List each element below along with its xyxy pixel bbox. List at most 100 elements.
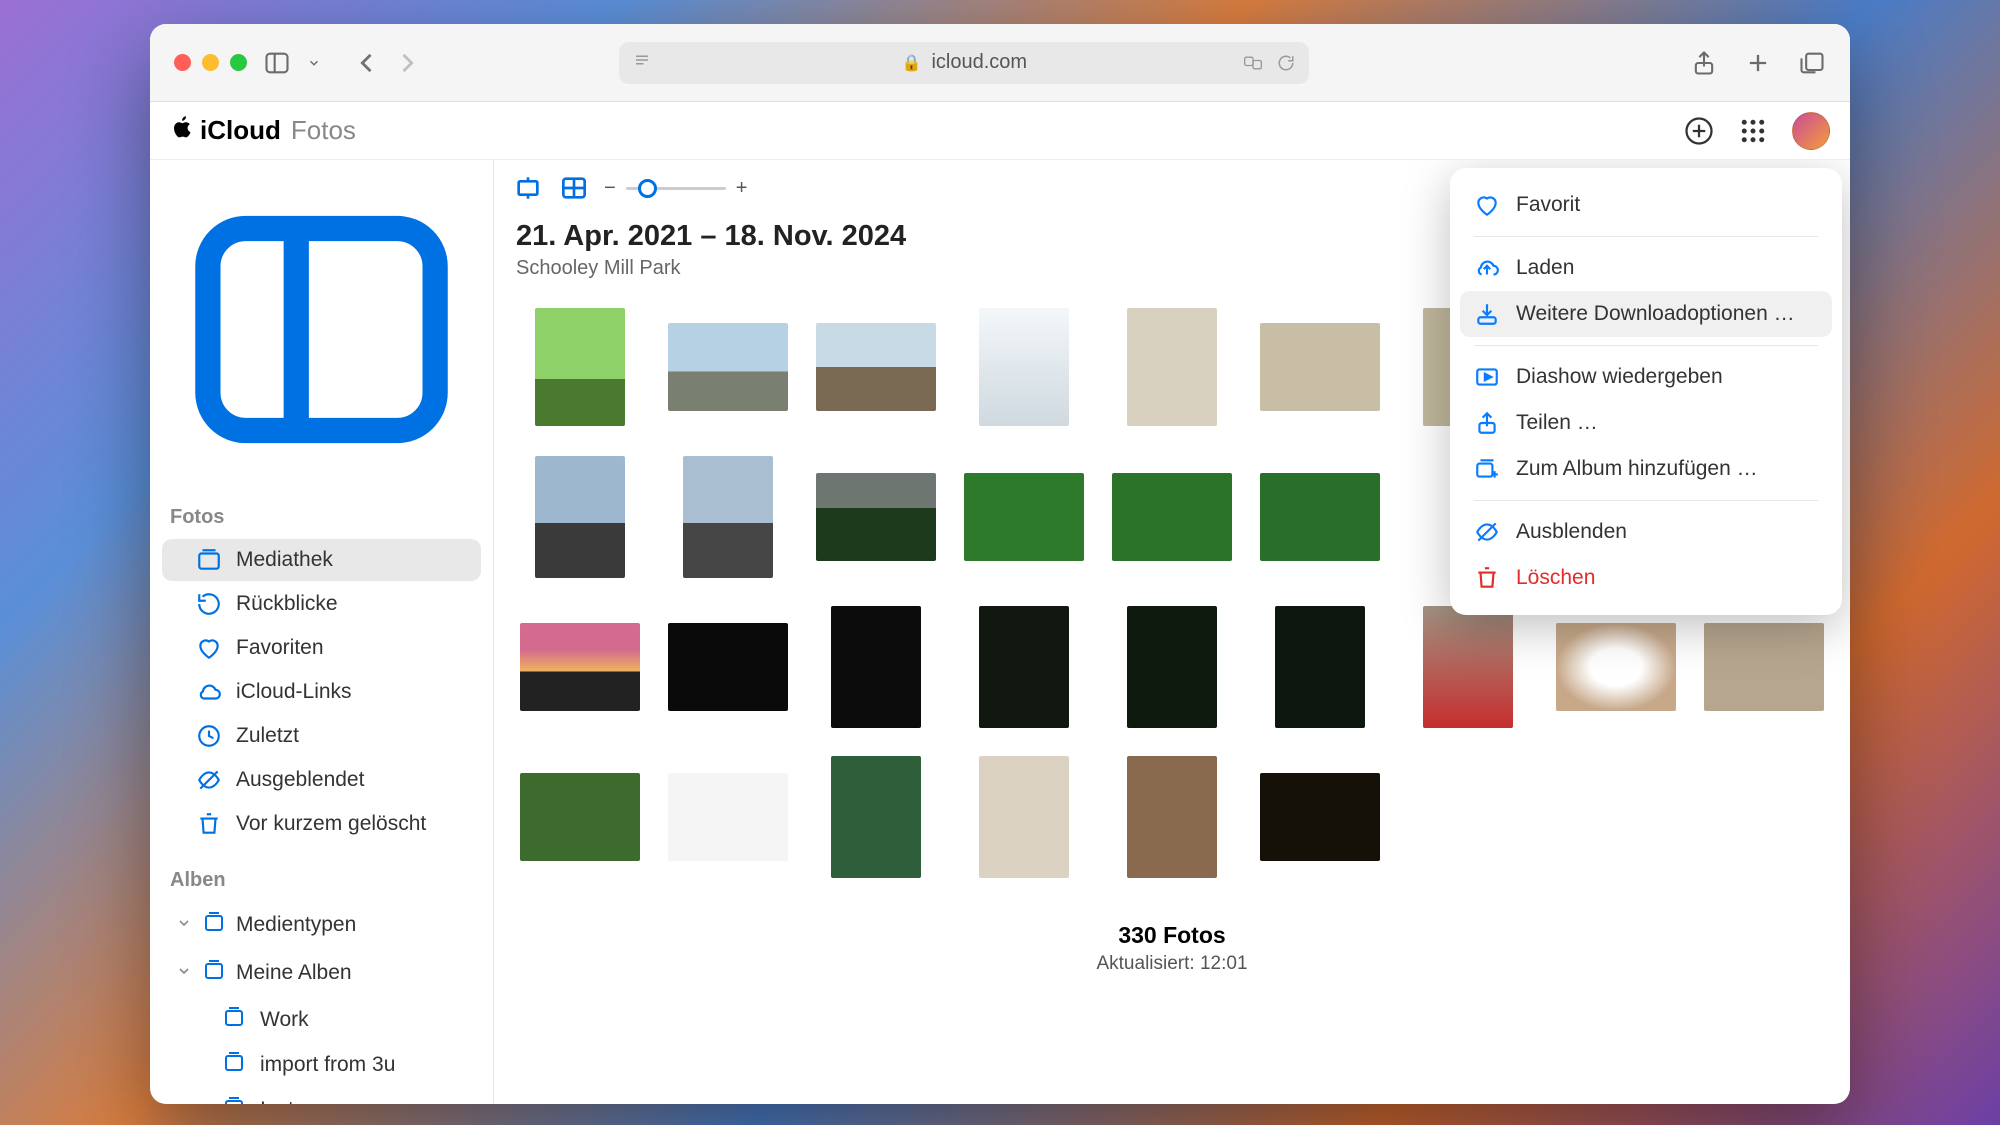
sidebar-item-label: iCloud-Links bbox=[236, 680, 352, 704]
photo-thumbnail[interactable] bbox=[831, 756, 921, 878]
apple-logo-icon bbox=[170, 115, 194, 146]
photo-thumbnail[interactable] bbox=[816, 473, 936, 561]
photo-thumbnail[interactable] bbox=[1275, 606, 1365, 728]
translate-icon[interactable] bbox=[1243, 50, 1263, 76]
fullscreen-window[interactable] bbox=[230, 54, 247, 71]
close-window[interactable] bbox=[174, 54, 191, 71]
album-icon bbox=[202, 910, 226, 940]
memories-icon bbox=[196, 591, 222, 617]
photo-thumbnail[interactable] bbox=[520, 623, 640, 711]
photo-thumbnail[interactable] bbox=[979, 606, 1069, 728]
menu-item-label: Weitere Downloadoptionen … bbox=[1516, 302, 1795, 326]
titlebar: 🔒 icloud.com bbox=[150, 24, 1850, 102]
menu-item-favorite[interactable]: Favorit bbox=[1460, 182, 1832, 228]
photo-thumbnail[interactable] bbox=[1127, 756, 1217, 878]
photo-thumbnail[interactable] bbox=[831, 606, 921, 728]
photo-thumbnail[interactable] bbox=[1704, 623, 1824, 711]
photo-thumbnail[interactable] bbox=[979, 308, 1069, 426]
photo-thumbnail[interactable] bbox=[668, 323, 788, 411]
photo-thumbnail[interactable] bbox=[668, 773, 788, 861]
menu-item-slideshow[interactable]: Diashow wiedergeben bbox=[1460, 354, 1832, 400]
sidebar-album-item[interactable]: Instagram bbox=[162, 1088, 481, 1104]
minimize-window[interactable] bbox=[202, 54, 219, 71]
photo-thumbnail[interactable] bbox=[979, 756, 1069, 878]
back-button[interactable] bbox=[353, 49, 381, 77]
menu-item-share[interactable]: Teilen … bbox=[1460, 400, 1832, 446]
photo-count: 330 Fotos bbox=[494, 922, 1850, 949]
sidebar-group-medientypen[interactable]: Medientypen bbox=[162, 902, 481, 948]
avatar[interactable] bbox=[1792, 112, 1830, 150]
sidebar-item-geloescht[interactable]: Vor kurzem gelöscht bbox=[162, 803, 481, 845]
menu-item-hide[interactable]: Ausblenden bbox=[1460, 509, 1832, 555]
hide-icon bbox=[1474, 519, 1500, 545]
hidden-icon bbox=[196, 767, 222, 793]
photo-thumbnail[interactable] bbox=[964, 473, 1084, 561]
photo-thumbnail[interactable] bbox=[520, 773, 640, 861]
url-bar[interactable]: 🔒 icloud.com bbox=[619, 42, 1309, 84]
sidebar-item-zuletzt[interactable]: Zuletzt bbox=[162, 715, 481, 757]
safari-window: 🔒 icloud.com bbox=[150, 24, 1850, 1104]
new-tab-icon[interactable] bbox=[1744, 49, 1772, 77]
sidebar-item-label: Vor kurzem gelöscht bbox=[236, 812, 426, 836]
sidebar-item-mediathek[interactable]: Mediathek bbox=[162, 539, 481, 581]
menu-item-load[interactable]: Laden bbox=[1460, 245, 1832, 291]
photo-thumbnail[interactable] bbox=[1260, 473, 1380, 561]
chevron-down-icon[interactable] bbox=[307, 49, 321, 77]
photo-thumbnail[interactable] bbox=[535, 308, 625, 426]
lock-icon: 🔒 bbox=[902, 53, 922, 73]
photo-thumbnail[interactable] bbox=[1112, 473, 1232, 561]
menu-item-label: Favorit bbox=[1516, 193, 1580, 217]
menu-item-add-to-album[interactable]: Zum Album hinzufügen … bbox=[1460, 446, 1832, 492]
sidebar-album-item[interactable]: Work bbox=[162, 998, 481, 1042]
library-icon bbox=[196, 547, 222, 573]
reload-icon[interactable] bbox=[1277, 50, 1295, 76]
photo-thumbnail[interactable] bbox=[683, 456, 773, 578]
sidebar-group-label: Meine Alben bbox=[236, 961, 352, 985]
zoom-out-icon[interactable]: − bbox=[604, 177, 616, 200]
photo-thumbnail[interactable] bbox=[1260, 773, 1380, 861]
clock-icon bbox=[196, 723, 222, 749]
share-icon[interactable] bbox=[1690, 49, 1718, 77]
sidebar-album-item[interactable]: import from 3u bbox=[162, 1043, 481, 1087]
sidebar-item-favoriten[interactable]: Favoriten bbox=[162, 627, 481, 669]
photo-thumbnail[interactable] bbox=[1260, 323, 1380, 411]
trash-icon bbox=[196, 811, 222, 837]
photo-thumbnail[interactable] bbox=[1556, 623, 1676, 711]
photo-thumbnail[interactable] bbox=[668, 623, 788, 711]
zoom-slider[interactable]: − + bbox=[604, 177, 747, 200]
apps-grid-icon[interactable] bbox=[1738, 116, 1768, 146]
chevron-down-icon bbox=[176, 961, 192, 985]
album-icon bbox=[222, 1005, 246, 1035]
zoom-in-icon[interactable]: + bbox=[736, 177, 748, 200]
reader-icon[interactable] bbox=[633, 51, 651, 75]
sidebar-item-label: import from 3u bbox=[260, 1053, 395, 1077]
menu-item-label: Löschen bbox=[1516, 566, 1595, 590]
menu-item-delete[interactable]: Löschen bbox=[1460, 555, 1832, 601]
appbar: iCloud Fotos bbox=[150, 102, 1850, 160]
sidebar-item-label: Work bbox=[260, 1008, 309, 1032]
brand[interactable]: iCloud Fotos bbox=[170, 115, 356, 146]
sidebar-group-meine-alben[interactable]: Meine Alben bbox=[162, 950, 481, 996]
album-icon bbox=[202, 958, 226, 988]
sidebar-item-ausgeblendet[interactable]: Ausgeblendet bbox=[162, 759, 481, 801]
sidebar-panel-icon[interactable] bbox=[150, 178, 493, 498]
brand-service: iCloud bbox=[200, 115, 281, 146]
aspect-view-icon[interactable] bbox=[512, 172, 544, 204]
menu-item-more-download[interactable]: Weitere Downloadoptionen … bbox=[1460, 291, 1832, 337]
photo-thumbnail[interactable] bbox=[535, 456, 625, 578]
album-icon bbox=[222, 1050, 246, 1080]
photo-thumbnail[interactable] bbox=[1423, 606, 1513, 728]
sidebar-item-icloud-links[interactable]: iCloud-Links bbox=[162, 671, 481, 713]
grid-view-icon[interactable] bbox=[558, 172, 590, 204]
sidebar-item-rueckblicke[interactable]: Rückblicke bbox=[162, 583, 481, 625]
add-icon[interactable] bbox=[1684, 116, 1714, 146]
photo-thumbnail[interactable] bbox=[1127, 606, 1217, 728]
sidebar-toggle-icon[interactable] bbox=[263, 49, 291, 77]
heart-icon bbox=[1474, 192, 1500, 218]
photo-thumbnail[interactable] bbox=[1127, 308, 1217, 426]
forward-button[interactable] bbox=[393, 49, 421, 77]
url-host: icloud.com bbox=[931, 51, 1027, 74]
photo-thumbnail[interactable] bbox=[816, 323, 936, 411]
tabs-overview-icon[interactable] bbox=[1798, 49, 1826, 77]
updated-label: Aktualisiert: 12:01 bbox=[494, 953, 1850, 975]
